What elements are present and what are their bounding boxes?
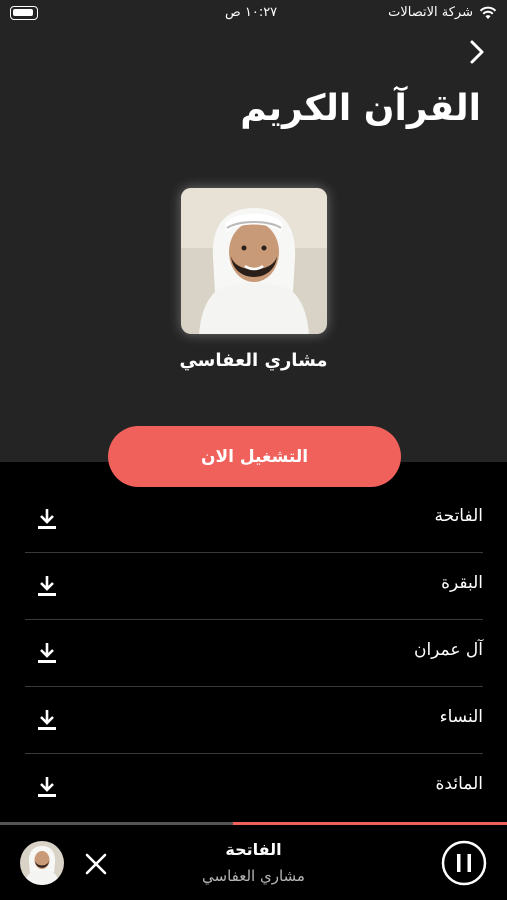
- header-area: ١٠:٢٧ ص شركة الاتصالات القرآن الكريم مشا…: [0, 0, 507, 462]
- chevron-right-icon[interactable]: [463, 38, 491, 66]
- list-item[interactable]: النساء: [25, 687, 483, 754]
- surah-list: الفاتحة البقرة آل عمران النساء المائدة: [25, 486, 483, 821]
- mini-player[interactable]: الفاتحة مشاري العفاسي: [0, 822, 507, 900]
- surah-name: البقرة: [441, 573, 483, 593]
- now-playing-reciter: مشاري العفاسي: [202, 867, 305, 885]
- list-item[interactable]: البقرة: [25, 553, 483, 620]
- surah-name: آل عمران: [413, 640, 483, 660]
- surah-name: الفاتحة: [434, 506, 483, 526]
- play-now-button[interactable]: التشغيل الان: [108, 426, 401, 487]
- list-item[interactable]: آل عمران: [25, 620, 483, 687]
- battery-icon: [10, 6, 38, 20]
- download-icon[interactable]: [37, 642, 57, 664]
- download-icon[interactable]: [37, 575, 57, 597]
- status-bar: ١٠:٢٧ ص شركة الاتصالات: [0, 0, 507, 28]
- download-icon[interactable]: [37, 776, 57, 798]
- page-title: القرآن الكريم: [240, 88, 481, 129]
- status-time: ١٠:٢٧ ص: [225, 5, 278, 20]
- now-playing-title: الفاتحة: [225, 840, 282, 859]
- status-carrier: شركة الاتصالات: [388, 5, 473, 20]
- surah-name: المائدة: [435, 774, 483, 794]
- reciter-photo: [181, 188, 327, 334]
- surah-name: النساء: [439, 707, 483, 727]
- download-icon[interactable]: [37, 508, 57, 530]
- reciter-name: مشاري العفاسي: [179, 350, 328, 371]
- download-icon[interactable]: [37, 709, 57, 731]
- list-item[interactable]: المائدة: [25, 754, 483, 821]
- wifi-icon: [479, 6, 497, 19]
- pause-icon[interactable]: [441, 840, 487, 886]
- progress-track[interactable]: [0, 822, 507, 825]
- progress-fill: [233, 822, 507, 825]
- status-carrier-group: شركة الاتصالات: [388, 5, 497, 20]
- list-item[interactable]: الفاتحة: [25, 486, 483, 553]
